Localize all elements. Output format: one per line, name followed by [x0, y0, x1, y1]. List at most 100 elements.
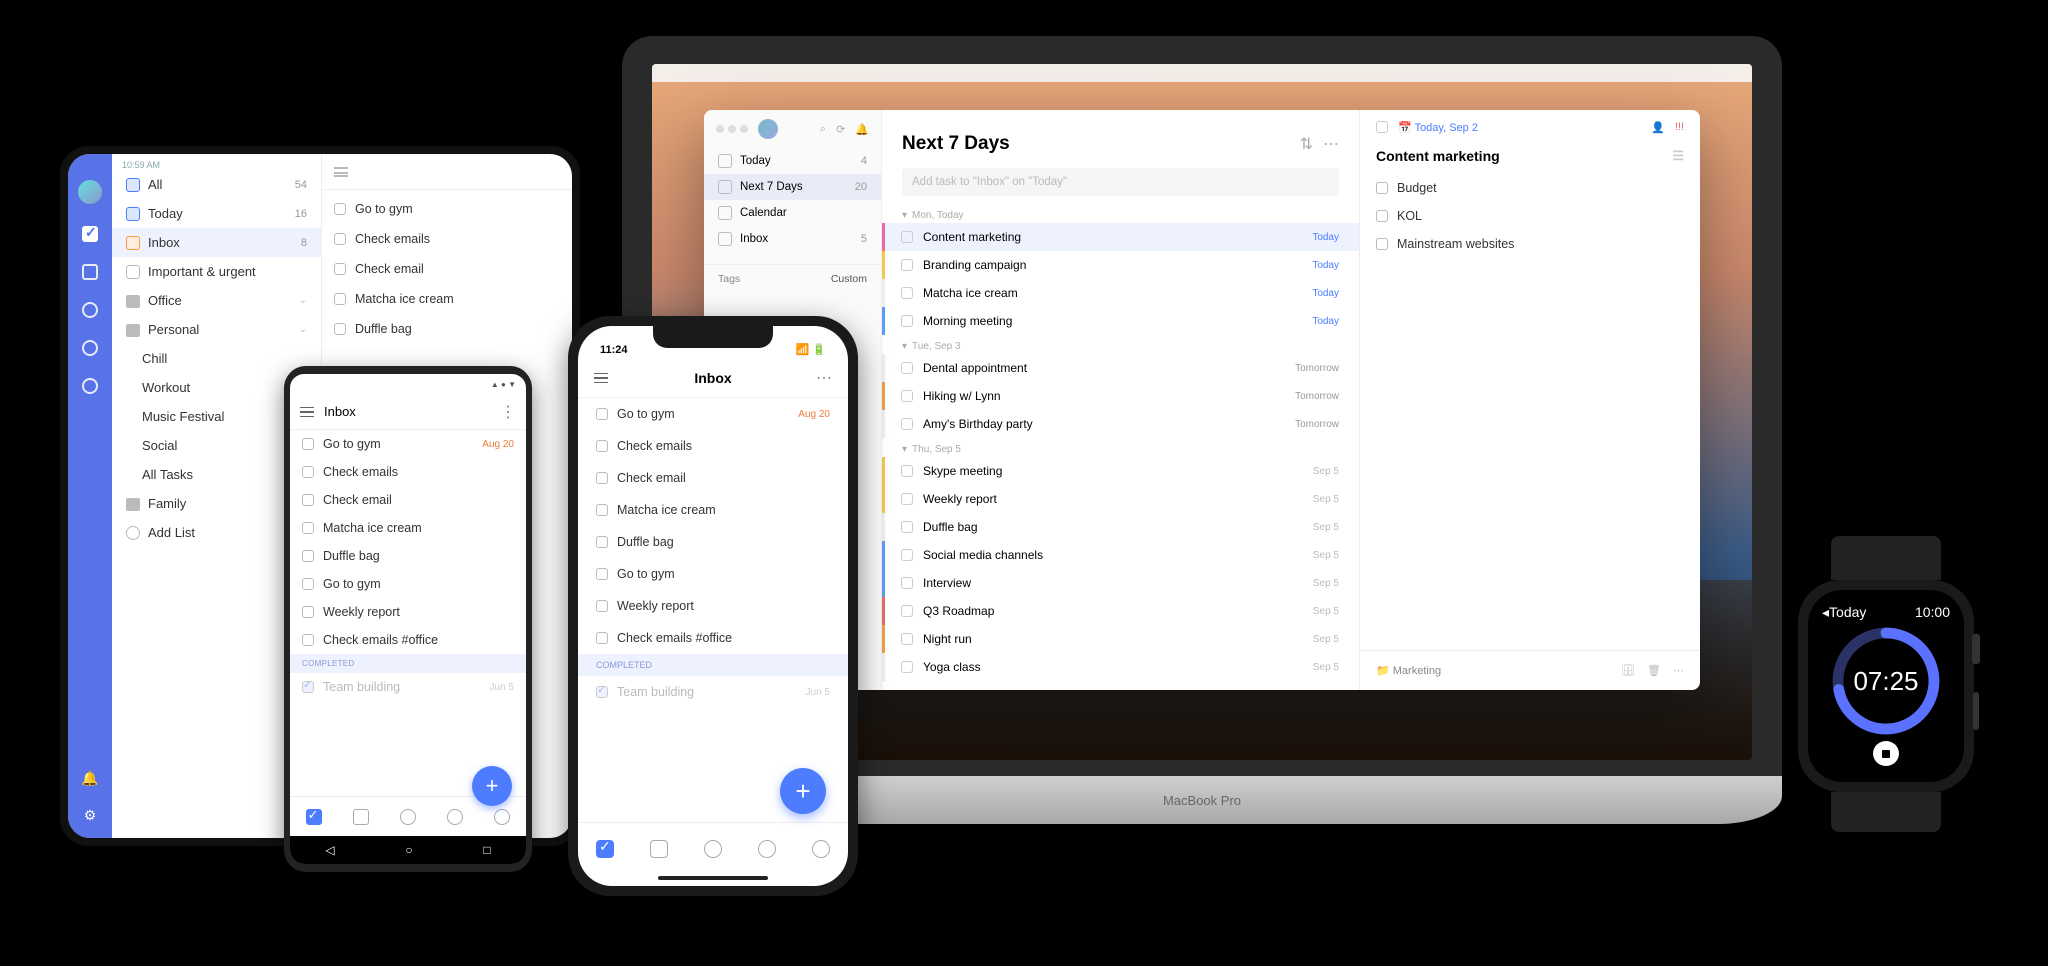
recents-button[interactable]: □	[483, 843, 490, 857]
smart-important[interactable]: Important & urgent	[112, 257, 321, 286]
checkbox[interactable]	[302, 606, 314, 618]
task-row[interactable]: Go to gym	[322, 194, 572, 224]
task-row[interactable]: Content marketingToday	[882, 223, 1359, 251]
digital-crown[interactable]	[1972, 634, 1980, 664]
avatar[interactable]	[78, 180, 102, 204]
settings-tab[interactable]	[494, 809, 510, 825]
avatar[interactable]	[758, 119, 778, 139]
checkbox[interactable]	[901, 521, 913, 533]
checkbox[interactable]	[334, 263, 346, 275]
checkbox[interactable]	[596, 408, 608, 420]
checkbox[interactable]	[901, 633, 913, 645]
smart-all[interactable]: All54	[112, 170, 321, 199]
habit-tab[interactable]	[758, 840, 776, 858]
task-row-completed[interactable]: Team buildingJun 5	[290, 673, 526, 701]
checkbox[interactable]	[901, 549, 913, 561]
menu-icon[interactable]	[300, 407, 314, 417]
habit-tab-icon[interactable]	[82, 340, 98, 356]
task-row[interactable]: Matcha ice cream	[322, 284, 572, 314]
task-row[interactable]: Duffle bag	[322, 314, 572, 344]
task-row[interactable]: Duffle bagSep 5	[882, 513, 1359, 541]
bell-icon[interactable]: 🔔	[855, 123, 869, 136]
checkbox[interactable]	[334, 293, 346, 305]
group-header[interactable]: ▾Thu, Sep 5	[882, 438, 1359, 457]
checkbox[interactable]	[596, 440, 608, 452]
group-header[interactable]: ▾Mon, Today	[882, 204, 1359, 223]
custom-tab[interactable]: Custom	[831, 273, 867, 285]
subtask-row[interactable]: Mainstream websites	[1376, 230, 1684, 258]
checkbox[interactable]	[302, 578, 314, 590]
pomo-tab-icon[interactable]	[82, 302, 98, 318]
task-row[interactable]: Yoga classSep 5	[882, 653, 1359, 681]
task-row[interactable]: Go to gymAug 20	[578, 398, 848, 430]
priority-icon[interactable]: !!!	[1675, 121, 1684, 134]
task-row[interactable]: Go to gym	[578, 558, 848, 590]
back-button[interactable]: ◁	[325, 843, 334, 857]
sidebar-calendar[interactable]: Calendar	[704, 200, 881, 226]
checkbox[interactable]	[334, 233, 346, 245]
pomo-tab[interactable]	[704, 840, 722, 858]
task-row[interactable]: Check email	[290, 486, 526, 514]
search-icon[interactable]: ⌕	[820, 123, 826, 136]
pomo-tab[interactable]	[400, 809, 416, 825]
task-row-completed[interactable]: Team buildingJun 5	[578, 676, 848, 708]
tags-tab[interactable]: Tags	[718, 273, 740, 285]
checkbox[interactable]	[302, 466, 314, 478]
checkbox[interactable]	[596, 568, 608, 580]
checkbox[interactable]	[1376, 238, 1388, 250]
sublist[interactable]: Chill	[112, 344, 321, 373]
task-row[interactable]: Weekly report	[290, 598, 526, 626]
task-row[interactable]: Duffle bag	[290, 542, 526, 570]
task-row[interactable]: Weekly reportSep 5	[882, 485, 1359, 513]
more-icon[interactable]: ⋮	[500, 402, 516, 422]
sidebar-today[interactable]: Today 4	[704, 148, 881, 174]
checkbox[interactable]	[596, 600, 608, 612]
task-row[interactable]: Social media channelsSep 5	[882, 541, 1359, 569]
sync-icon[interactable]: ⟳	[836, 123, 845, 136]
checkbox-checked[interactable]	[596, 686, 608, 698]
sidebar-next7[interactable]: Next 7 Days 20	[704, 174, 881, 200]
task-row[interactable]: Matcha ice cream	[290, 514, 526, 542]
task-row[interactable]: Check emails	[578, 430, 848, 462]
tasks-tab[interactable]	[596, 840, 614, 858]
task-row[interactable]: Q3 RoadmapSep 5	[882, 597, 1359, 625]
sort-icon[interactable]: ⇅	[1300, 134, 1313, 154]
detail-title[interactable]: Content marketing	[1376, 148, 1500, 164]
detail-date[interactable]: 📅 Today, Sep 2	[1398, 121, 1478, 134]
checkbox[interactable]	[901, 661, 913, 673]
checkbox[interactable]	[334, 323, 346, 335]
task-row[interactable]: Dental appointmentTomorrow	[882, 354, 1359, 382]
list-chip[interactable]: 📁 Marketing	[1376, 664, 1441, 677]
more-icon[interactable]: ⋯	[1673, 664, 1684, 677]
checkbox[interactable]	[302, 522, 314, 534]
task-row[interactable]: Skype meetingSep 5	[882, 457, 1359, 485]
task-row[interactable]: Check email	[322, 254, 572, 284]
task-row[interactable]: Morning meetingToday	[882, 307, 1359, 335]
subtask-row[interactable]: Budget	[1376, 174, 1684, 202]
task-row[interactable]: Check emails #office	[578, 622, 848, 654]
notification-icon[interactable]: 🔔	[81, 770, 98, 787]
assign-icon[interactable]: 👤	[1651, 121, 1665, 134]
checkbox[interactable]	[901, 259, 913, 271]
search-icon[interactable]	[82, 378, 98, 394]
completed-header[interactable]: COMPLETED	[290, 654, 526, 673]
task-row[interactable]: Check email	[578, 462, 848, 494]
list-personal[interactable]: Personal⌄	[112, 315, 321, 344]
checkbox[interactable]	[901, 465, 913, 477]
home-indicator[interactable]	[658, 876, 768, 880]
checkbox[interactable]	[596, 504, 608, 516]
checkbox[interactable]	[302, 438, 314, 450]
list-office[interactable]: Office⌄	[112, 286, 321, 315]
outline-icon[interactable]: ☰	[1672, 148, 1684, 164]
task-row[interactable]: Amy's Birthday partyTomorrow	[882, 410, 1359, 438]
checkbox[interactable]	[596, 632, 608, 644]
archive-icon[interactable]: 🗄	[1621, 664, 1635, 677]
add-task-fab[interactable]: +	[780, 768, 826, 814]
checkbox[interactable]	[1376, 210, 1388, 222]
tasks-tab-icon[interactable]	[82, 226, 98, 242]
task-row[interactable]: Night runSep 5	[882, 625, 1359, 653]
checkbox[interactable]	[1376, 182, 1388, 194]
filter-icon[interactable]	[334, 167, 348, 177]
side-button[interactable]	[1973, 692, 1979, 730]
home-button[interactable]: ○	[405, 843, 412, 857]
